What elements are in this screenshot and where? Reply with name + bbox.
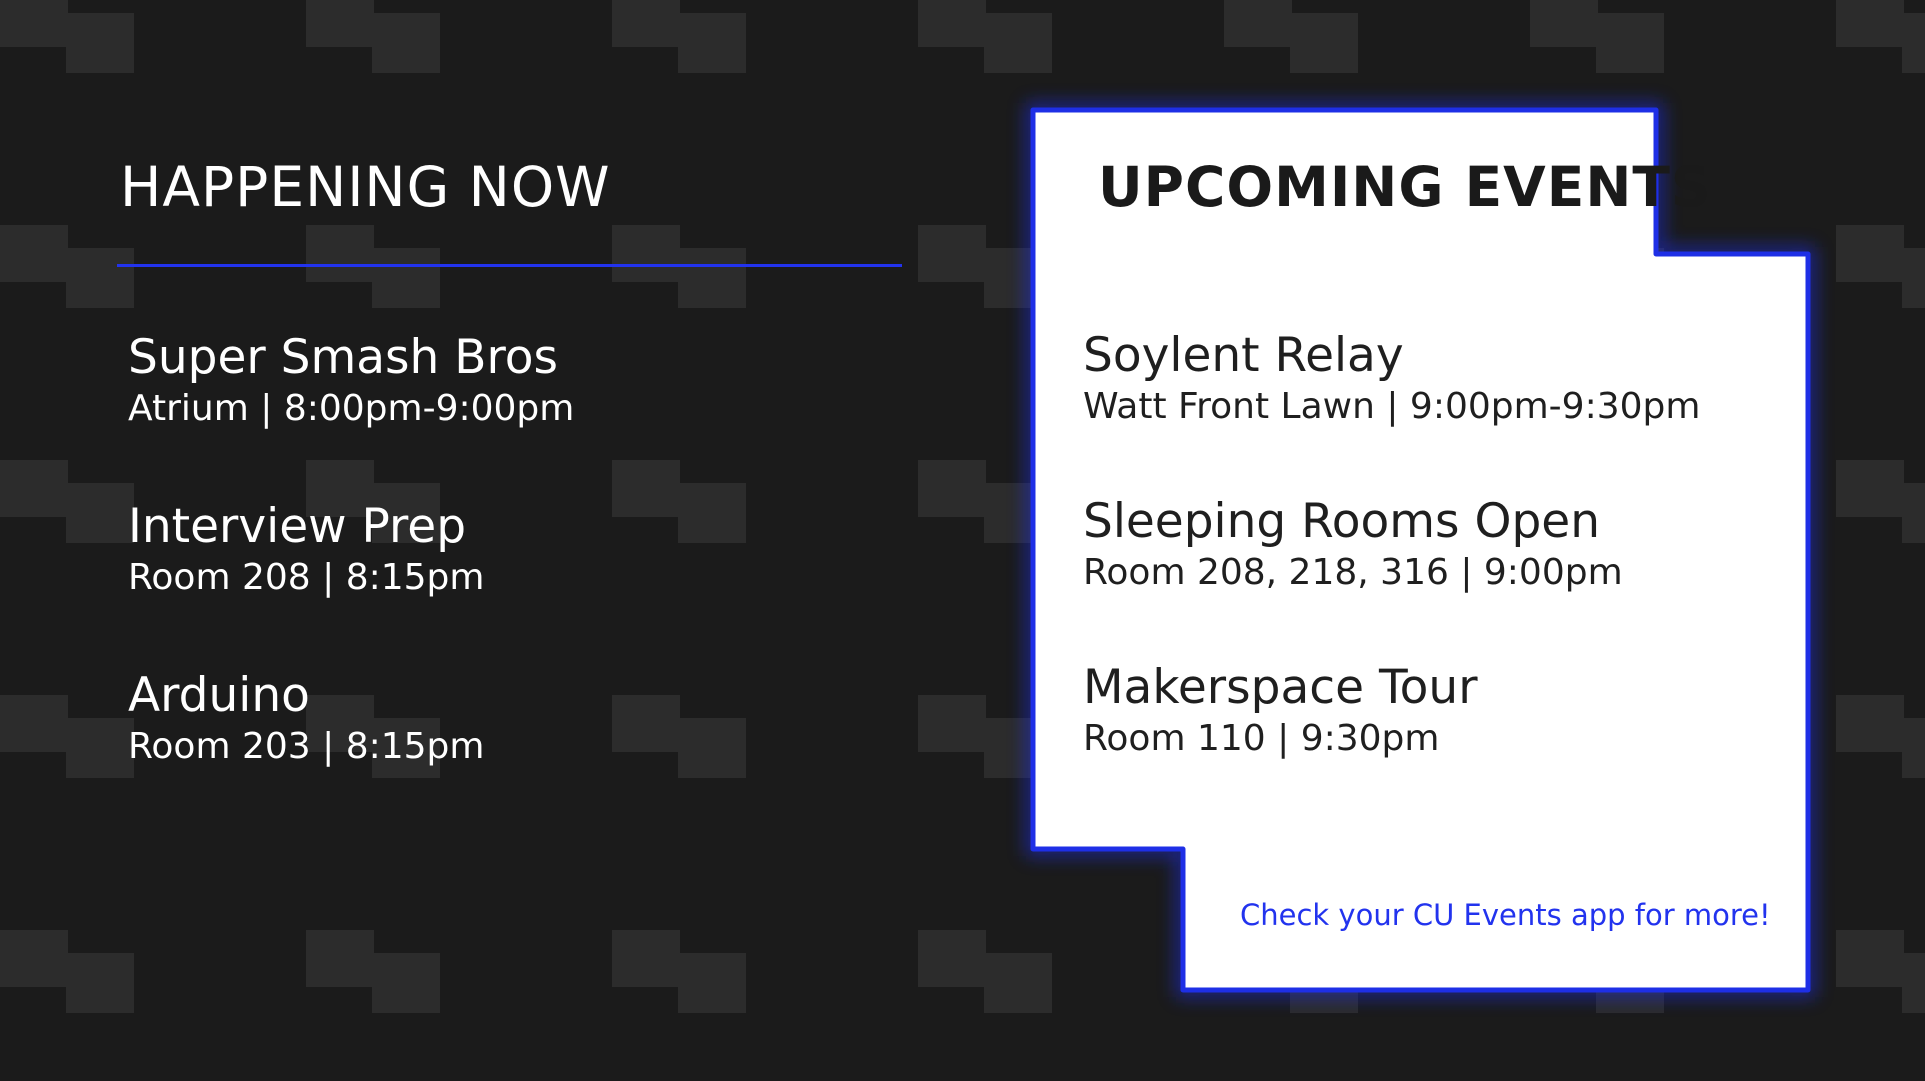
event-title: Sleeping Rooms Open (1083, 494, 1600, 549)
upcoming-events-heading: UPCOMING EVENTS (1098, 155, 1712, 219)
event-title: Makerspace Tour (1083, 660, 1478, 715)
event-details: Room 208, 218, 316 | 9:00pm (1083, 552, 1623, 593)
cu-events-app-link[interactable]: Check your CU Events app for more! (1240, 898, 1771, 932)
upcoming-events-list: Soylent Relay Watt Front Lawn | 9:00pm-9… (1083, 328, 1803, 826)
event-details: Watt Front Lawn | 9:00pm-9:30pm (1083, 386, 1701, 427)
list-item: Sleeping Rooms Open Room 208, 218, 316 |… (1083, 494, 1803, 660)
event-title: Soylent Relay (1083, 328, 1404, 383)
event-details: Room 110 | 9:30pm (1083, 718, 1440, 759)
list-item: Makerspace Tour Room 110 | 9:30pm (1083, 660, 1803, 826)
list-item: Soylent Relay Watt Front Lawn | 9:00pm-9… (1083, 328, 1803, 494)
